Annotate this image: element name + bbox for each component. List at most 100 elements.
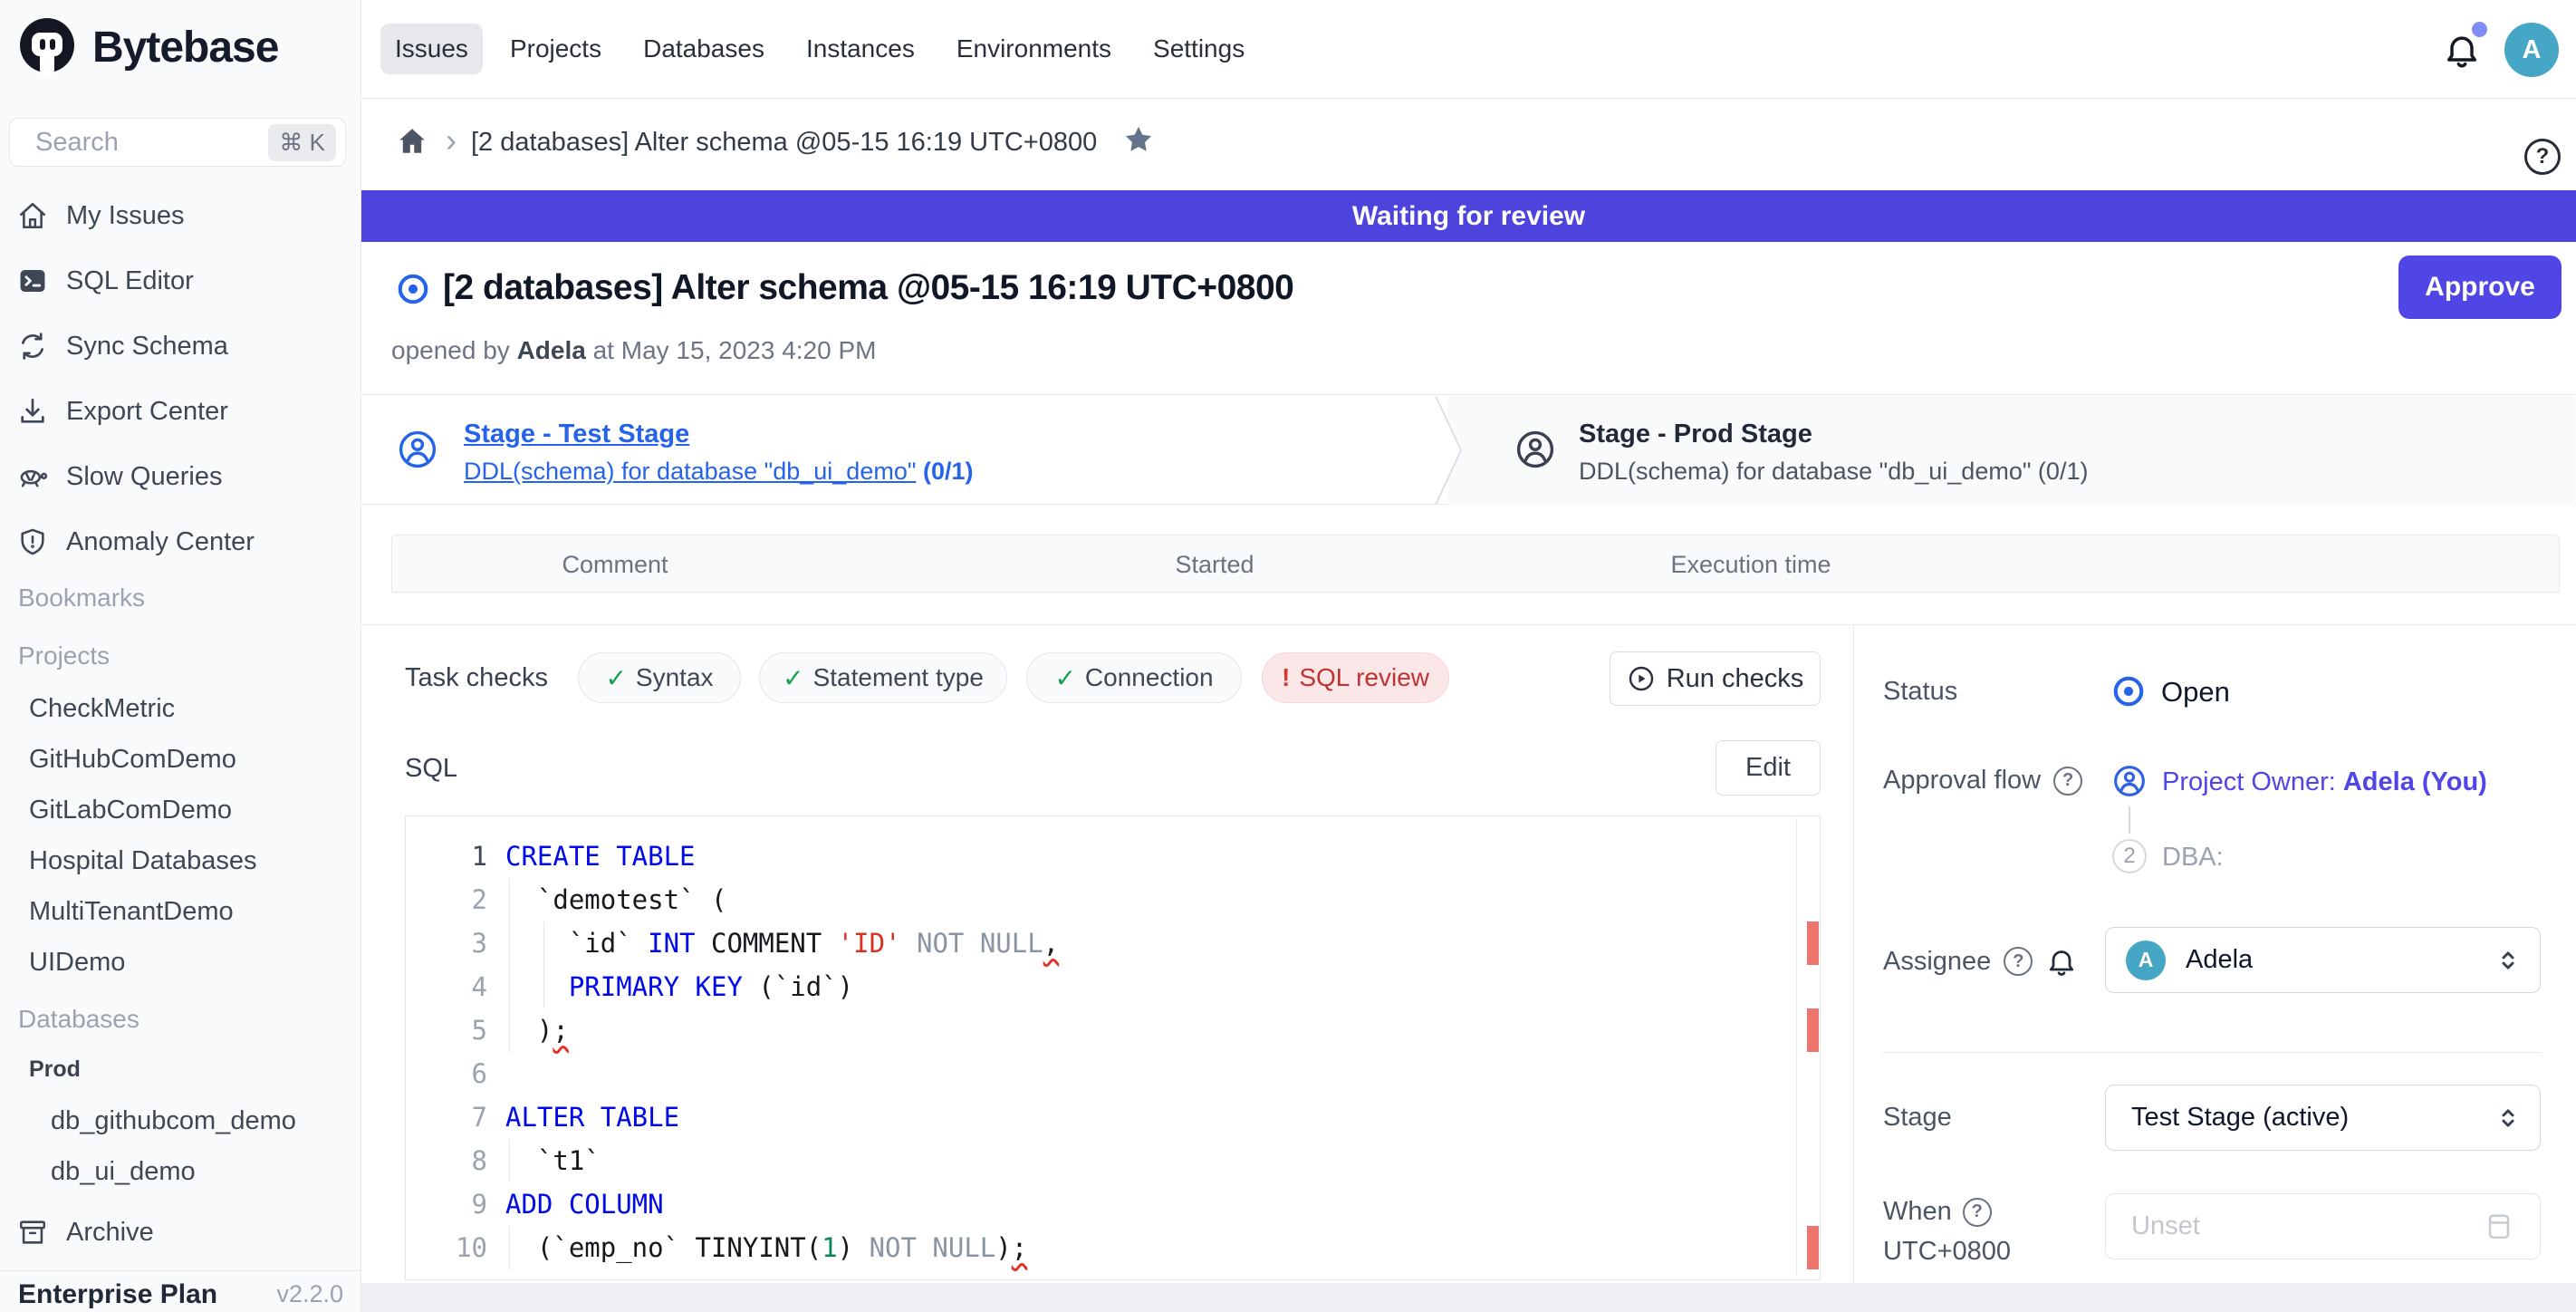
stage-pipeline: Stage - Test Stage DDL(schema) for datab…	[361, 394, 2576, 505]
check-chip-syntax[interactable]: ✓ Syntax	[578, 652, 741, 703]
help-icon[interactable]: ?	[2004, 947, 2033, 976]
download-icon	[17, 396, 48, 427]
code-line: 1 CREATE TABLE	[406, 834, 1820, 878]
sidebar-database-db-githubcom-demo[interactable]: db_githubcom_demo	[51, 1106, 296, 1136]
sql-token: `demotest` (	[505, 884, 726, 915]
stage-card-prod[interactable]	[1447, 396, 2575, 505]
review-status-banner: Waiting for review	[361, 190, 2576, 242]
line-number: 6	[406, 1058, 487, 1089]
sql-editor[interactable]: 1 CREATE TABLE 2 `demotest` ( 3 `id` INT…	[405, 815, 1821, 1280]
assignee-row-label: Assignee ?	[1883, 945, 2078, 978]
stage-select[interactable]: Test Stage (active)	[2105, 1085, 2541, 1151]
check-chip-connection[interactable]: ✓ Connection	[1026, 652, 1242, 703]
stage-value: Test Stage (active)	[2131, 1103, 2349, 1133]
breadcrumb-title[interactable]: [2 databases] Alter schema @05-15 16:19 …	[471, 128, 1097, 158]
line-number: 2	[406, 884, 487, 915]
stage-prod-subtitle[interactable]: DDL(schema) for database "db_ui_demo" (0…	[1579, 458, 2088, 486]
sql-token: COMMENT	[696, 928, 838, 959]
tab-issues[interactable]: Issues	[380, 24, 483, 74]
indent-guide	[509, 1139, 510, 1182]
sql-token: INT	[648, 928, 695, 959]
sidebar-item-export-center[interactable]: Export Center	[0, 379, 361, 444]
sidebar-item-label: Anomaly Center	[66, 527, 255, 557]
column-comment: Comment	[562, 551, 668, 579]
sidebar-item-label: Slow Queries	[66, 462, 222, 492]
sidebar-project-hospital-databases[interactable]: Hospital Databases	[29, 846, 256, 876]
sidebar-database-db-ui-demo[interactable]: db_ui_demo	[51, 1157, 196, 1187]
sidebar-project-checkmetric[interactable]: CheckMetric	[29, 694, 175, 724]
brand-logo[interactable]: Bytebase	[14, 14, 278, 80]
run-checks-button[interactable]: Run checks	[1610, 651, 1821, 706]
approval-step-assignee[interactable]: Adela (You)	[2343, 767, 2487, 796]
when-datetime-input[interactable]	[2105, 1193, 2541, 1259]
help-icon[interactable]: ?	[2524, 139, 2561, 175]
search-box[interactable]: ⌘ K	[9, 118, 346, 167]
help-icon[interactable]: ?	[2053, 767, 2082, 796]
sidebar-item-label: Export Center	[66, 397, 228, 427]
run-checks-label: Run checks	[1667, 664, 1804, 694]
sidebar-project-multitenantdemo[interactable]: MultiTenantDemo	[29, 897, 234, 927]
stage-prod-title[interactable]: Stage - Prod Stage	[1579, 420, 1812, 449]
home-icon[interactable]	[396, 125, 428, 158]
stage-test-task-link[interactable]: DDL(schema) for database "db_ui_demo"	[464, 458, 916, 485]
tab-settings[interactable]: Settings	[1139, 24, 1259, 74]
sidebar-project-githubcomdemo[interactable]: GitHubComDemo	[29, 745, 236, 775]
approval-step-role: Project Owner:	[2162, 767, 2336, 796]
check-chip-label: Connection	[1085, 663, 1214, 692]
error-marker	[1807, 1226, 1819, 1269]
sidebar-project-uidemo[interactable]: UIDemo	[29, 948, 125, 978]
check-chip-statement-type[interactable]: ✓ Statement type	[759, 652, 1007, 703]
assignee-select[interactable]: A Adela	[2105, 927, 2541, 993]
tab-instances[interactable]: Instances	[792, 24, 929, 74]
line-number: 4	[406, 971, 487, 1002]
code-line: 6	[406, 1052, 1820, 1095]
opened-by-prefix: opened by	[391, 336, 510, 364]
check-error-icon: !	[1282, 663, 1290, 692]
archive-icon	[17, 1217, 48, 1248]
tab-environments[interactable]: Environments	[942, 24, 1126, 74]
approval-step-2-badge: 2	[2112, 839, 2147, 873]
sidebar-item-sync-schema[interactable]: Sync Schema	[0, 314, 361, 379]
notification-dot	[2472, 22, 2487, 37]
timezone-label: UTC+0800	[1883, 1237, 2011, 1267]
line-number: 7	[406, 1102, 487, 1133]
approval-flow-label: Approval flow	[1883, 766, 2041, 796]
stage-test-subtitle[interactable]: DDL(schema) for database "db_ui_demo" (0…	[464, 458, 973, 486]
tab-projects[interactable]: Projects	[495, 24, 616, 74]
status-open-icon	[2111, 674, 2146, 709]
subscribe-bell-icon[interactable]	[2045, 945, 2078, 978]
sidebar-item-sql-editor[interactable]: SQL Editor	[0, 248, 361, 314]
avatar[interactable]: A	[2504, 23, 2559, 77]
sql-token: 1	[822, 1232, 837, 1263]
when-row-label: When ?	[1883, 1197, 1992, 1227]
check-chip-sql-review[interactable]: ! SQL review	[1262, 652, 1449, 703]
calendar-icon	[2484, 1211, 2514, 1241]
sql-error-token: ,	[1043, 928, 1059, 959]
sidebar-item-my-issues[interactable]: My Issues	[0, 183, 361, 248]
line-number: 5	[406, 1015, 487, 1046]
help-icon[interactable]: ?	[1963, 1198, 1992, 1227]
edit-button[interactable]: Edit	[1716, 740, 1821, 796]
banner-text: Waiting for review	[1352, 201, 1585, 232]
stage-test-title[interactable]: Stage - Test Stage	[464, 420, 689, 449]
details-divider	[1882, 1052, 2542, 1053]
sidebar-item-anomaly-center[interactable]: Anomaly Center	[0, 509, 361, 574]
top-nav-bar: Issues Projects Databases Instances Envi…	[361, 0, 2576, 99]
issue-author[interactable]: Adela	[517, 336, 586, 364]
sql-section-label: SQL	[405, 754, 457, 784]
sql-token: ADD COLUMN	[505, 1189, 664, 1220]
search-input[interactable]	[34, 127, 245, 159]
star-icon[interactable]	[1122, 123, 1155, 156]
sidebar-project-gitlabcomdemo[interactable]: GitLabComDemo	[29, 796, 232, 825]
status-label: Status	[1883, 677, 1957, 707]
indent-guide	[509, 1226, 510, 1269]
task-table-header: Comment Started Execution time	[391, 535, 2560, 593]
sidebar-item-archive[interactable]: Archive	[0, 1200, 361, 1265]
sidebar-item-slow-queries[interactable]: Slow Queries	[0, 444, 361, 509]
approve-button[interactable]: Approve	[2398, 256, 2562, 319]
sidebar-item-label: Sync Schema	[66, 332, 228, 362]
tab-databases[interactable]: Databases	[629, 24, 779, 74]
code-line: 2 `demotest` (	[406, 878, 1820, 921]
sidebar: Bytebase ⌘ K My Issues SQL Editor Sync S…	[0, 0, 361, 1312]
plan-label: Enterprise Plan	[18, 1279, 217, 1310]
